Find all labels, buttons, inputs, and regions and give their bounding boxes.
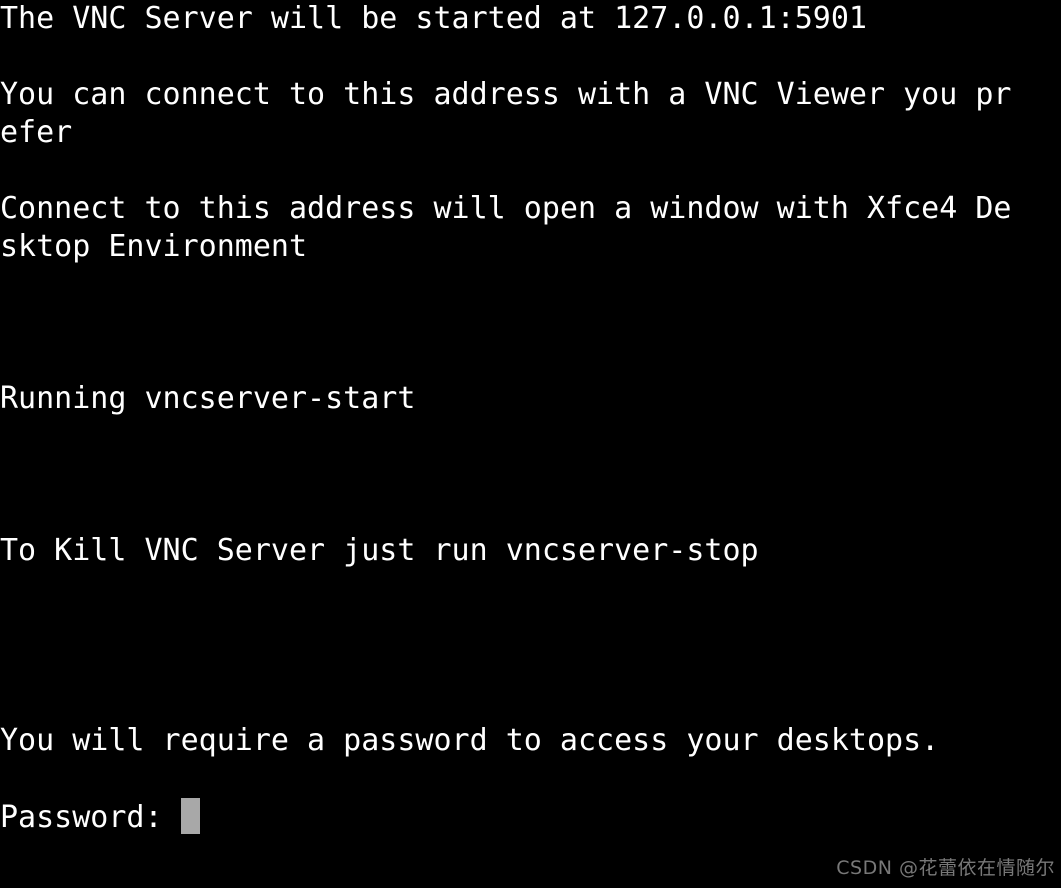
- terminal-line: sktop Environment: [0, 229, 308, 264]
- terminal-line: Running vncserver-start: [0, 381, 416, 416]
- terminal-output-area: The VNC Server will be started at 127.0.…: [0, 0, 1061, 836]
- password-prompt-label: Password:: [0, 800, 181, 835]
- terminal-line: To Kill VNC Server just run vncserver-st…: [0, 533, 759, 568]
- terminal-line: The VNC Server will be started at 127.0.…: [0, 1, 867, 36]
- terminal-window[interactable]: The VNC Server will be started at 127.0.…: [0, 0, 1061, 888]
- terminal-line: Connect to this address will open a wind…: [0, 191, 1012, 226]
- terminal-line: You can connect to this address with a V…: [0, 77, 1012, 112]
- terminal-line: efer: [0, 115, 73, 150]
- text-cursor: [180, 798, 200, 834]
- password-prompt-line[interactable]: Password:: [0, 798, 1061, 836]
- csdn-watermark: CSDN @花蕾依在情随尔: [836, 857, 1055, 879]
- terminal-line: You will require a password to access yo…: [0, 723, 940, 758]
